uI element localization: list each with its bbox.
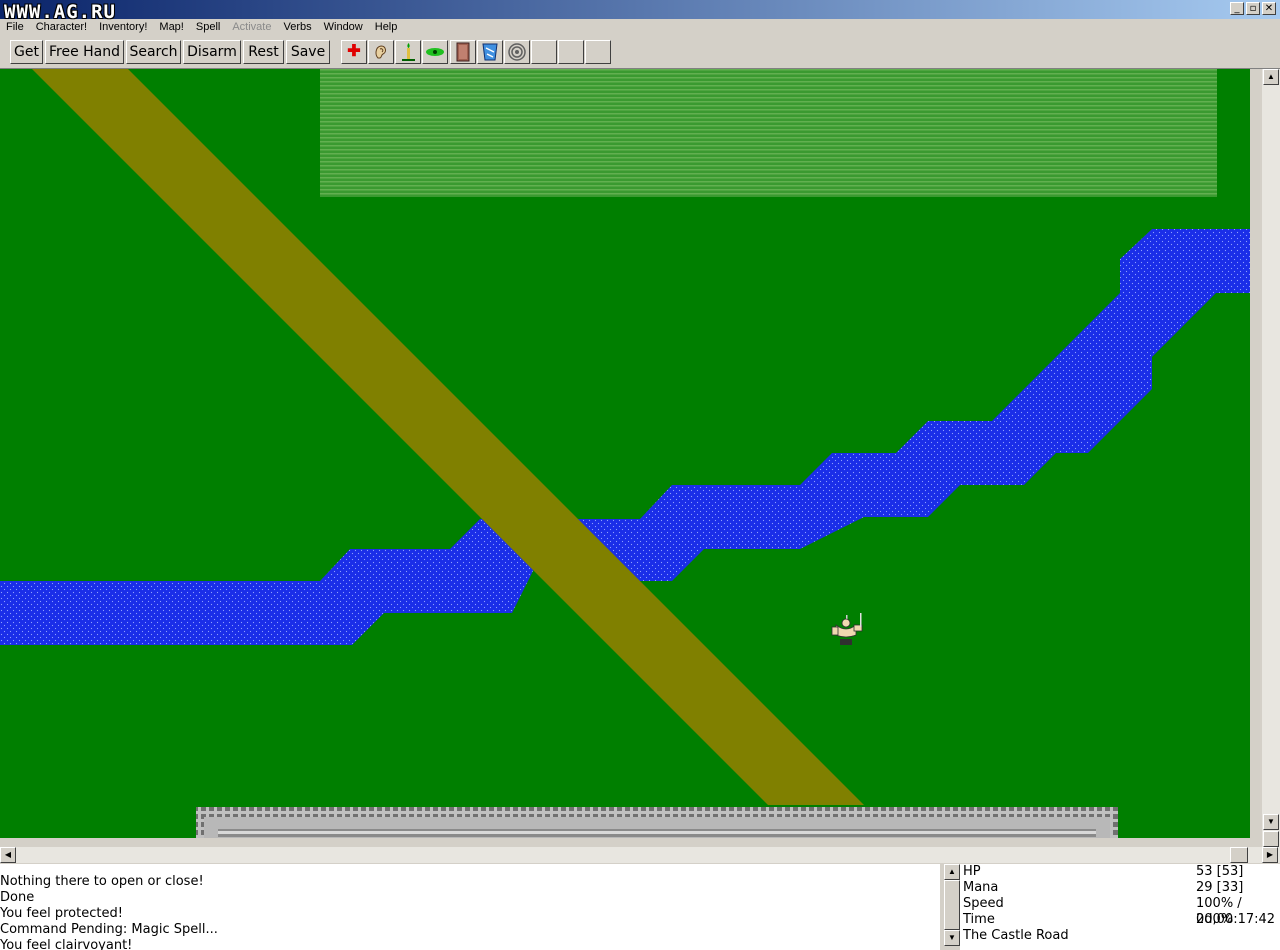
menu-activate: Activate [232,21,272,33]
get-button[interactable]: Get [10,40,43,64]
close-button[interactable]: ✕ [1262,2,1276,15]
spell-slot-5[interactable] [450,40,476,64]
message-log-spacer [0,864,940,874]
message-line: Done [0,890,35,905]
stats-scroll-up-arrow-icon[interactable]: ▲ [944,864,960,880]
menu-verbs[interactable]: Verbs [277,19,317,38]
stat-value: 0d,00:17:42 [1196,912,1276,927]
spell-slot-3[interactable] [395,40,421,64]
spell-slot-9[interactable] [558,40,584,64]
green-eye-icon [426,48,444,56]
stat-hp: HP 53 [53] [960,864,1280,880]
minimize-button[interactable]: _ [1230,2,1244,15]
spell-slot-7[interactable] [504,40,530,64]
location-name: The Castle Road [963,928,1069,943]
stats-scroll-thumb[interactable] [944,880,960,930]
stat-label: Speed [963,896,1004,911]
horizontal-scroll-thumb[interactable] [1230,847,1248,863]
menu-file[interactable]: File [0,19,30,38]
game-map[interactable] [0,69,1250,838]
spell-slot-4[interactable] [422,40,448,64]
stat-mana: Mana 29 [33] [960,880,1280,896]
menu-character[interactable]: Character! [30,19,93,38]
spell-slot-8[interactable] [531,40,557,64]
message-line: Nothing there to open or close! [0,874,204,889]
vertical-scroll-thumb[interactable] [1263,831,1279,847]
stats-scroll-down-arrow-icon[interactable]: ▼ [944,930,960,946]
search-button[interactable]: Search [126,40,181,64]
scroll-right-arrow-icon[interactable]: ▶ [1262,847,1278,863]
toolbar: Get Free Hand Search Disarm Rest Save ✚ [0,38,1280,69]
horizontal-scrollbar[interactable]: ◀ ▶ [0,847,1280,863]
map-canvas [0,69,1250,838]
menu-spell[interactable]: Spell [190,19,226,38]
spell-slot-2[interactable] [368,40,394,64]
scroll-left-arrow-icon[interactable]: ◀ [0,847,16,863]
spell-slot-1[interactable]: ✚ [341,40,367,64]
stats-scrollbar[interactable]: ▲ ▼ [944,864,960,946]
restore-button[interactable]: ▫ [1246,2,1260,15]
castle-wall [196,807,1118,838]
menu-bar: File Character! Inventory! Map! Spell Ac… [0,19,1280,38]
door-icon [456,42,470,62]
ear-icon [375,45,386,59]
menu-window[interactable]: Window [318,19,369,38]
message-line: You feel clairvoyant! [0,938,133,950]
target-icon [508,43,526,61]
stat-speed: Speed 100% / 200% [960,896,1280,927]
rest-button[interactable]: Rest [243,40,284,64]
disarm-button[interactable]: Disarm [183,40,241,64]
save-button[interactable]: Save [286,40,330,64]
stat-value: 53 [53] [1196,864,1244,879]
stat-label: Mana [963,880,999,895]
stat-value: 29 [33] [1196,880,1244,895]
stat-time: Time 0d,00:17:42 [960,912,1280,928]
menu-help[interactable]: Help [369,19,404,38]
player-character[interactable] [831,613,863,645]
free-hand-button[interactable]: Free Hand [45,40,124,64]
scroll-up-arrow-icon[interactable]: ▲ [1263,69,1279,85]
red-cross-icon: ✚ [347,43,361,60]
stat-label: HP [963,864,981,879]
window-controls: _ ▫ ✕ [1228,2,1276,15]
vertical-scrollbar[interactable]: ▲ ▼ [1262,69,1280,847]
blue-scroll-icon [482,43,498,61]
crop-field [320,69,1217,197]
spell-slot-6[interactable] [477,40,503,64]
stats-panel: HP 53 [53] Mana 29 [33] Speed 100% / 200… [960,864,1280,950]
message-line: Command Pending: Magic Spell... [0,922,218,937]
message-log: Nothing there to open or close! Done You… [0,864,940,950]
menu-map[interactable]: Map! [153,19,189,38]
message-line: You feel protected! [0,906,123,921]
title-bar: WWW.AG.RU _ ▫ ✕ [0,0,1280,22]
candle-icon [402,43,415,61]
scroll-down-arrow-icon[interactable]: ▼ [1263,814,1279,830]
menu-inventory[interactable]: Inventory! [93,19,153,38]
stat-label: Time [963,912,995,927]
stat-location: The Castle Road [960,928,1280,944]
spell-slot-10[interactable] [585,40,611,64]
